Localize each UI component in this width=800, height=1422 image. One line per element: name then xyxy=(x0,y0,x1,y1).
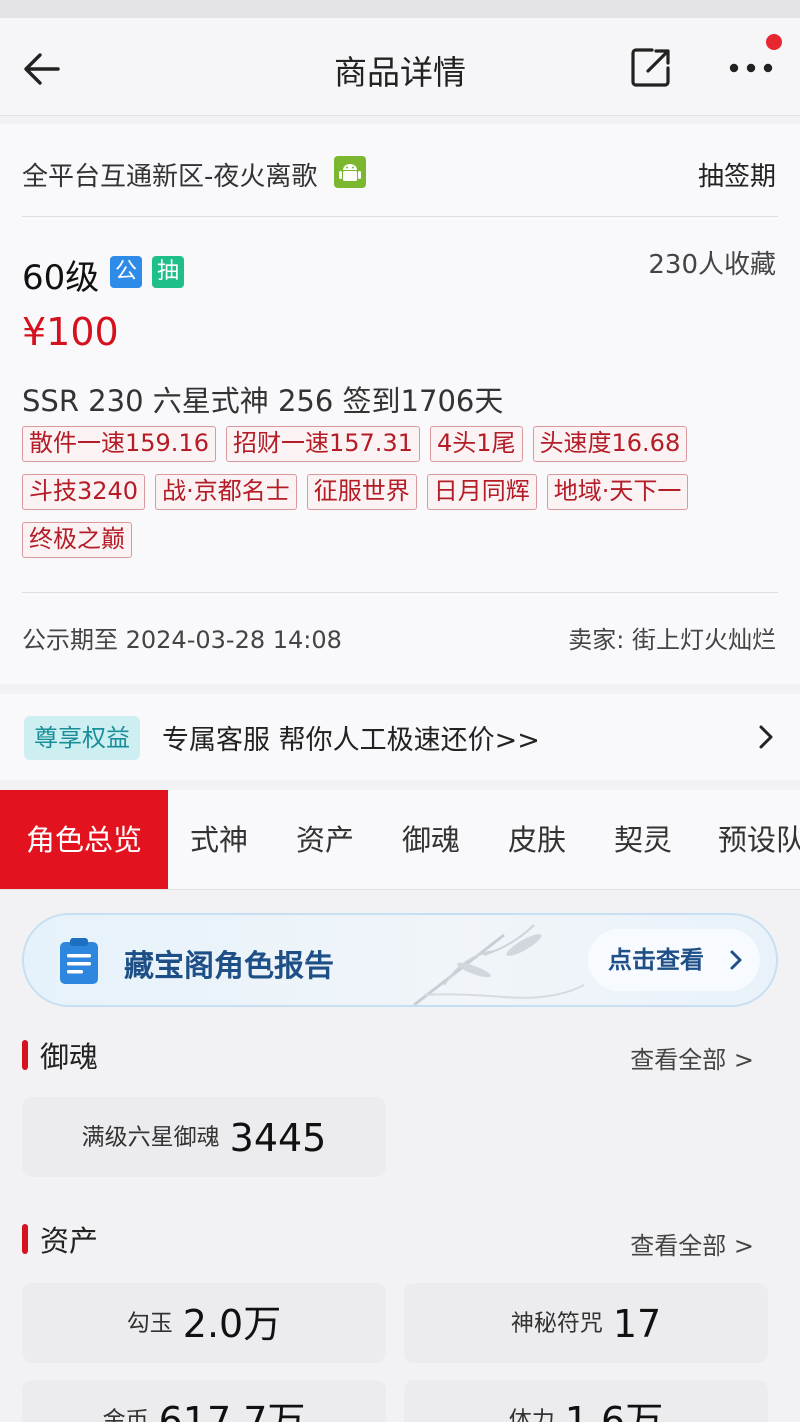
item-summary-card: 全平台互通新区-夜火离歌 抽签期 60级 公 抽 230人收藏 ¥100 SSR… xyxy=(0,124,800,684)
more-icon[interactable] xyxy=(724,48,778,88)
stat-value: 3445 xyxy=(229,1115,327,1160)
feature-tag: 斗技3240 xyxy=(22,474,146,510)
section-title-yuhun: 御魂 xyxy=(40,1040,99,1074)
view-report-label: 点击查看 xyxy=(608,946,704,974)
section-title-assets: 资产 xyxy=(40,1224,99,1258)
share-icon[interactable] xyxy=(630,46,672,88)
page-title: 商品详情 xyxy=(334,53,466,92)
feature-tag: 头速度16.68 xyxy=(532,426,688,462)
favorites-count[interactable]: 230人收藏 xyxy=(648,244,776,281)
tab-presets[interactable]: 预设队 xyxy=(718,790,800,889)
view-report-button[interactable]: 点击查看 xyxy=(588,929,760,991)
stat-value: 1.6万 xyxy=(564,1398,664,1422)
seller-name[interactable]: 卖家: 街上灯火灿烂 xyxy=(568,620,776,655)
status-strip xyxy=(0,0,800,18)
feature-tag: 招财一速157.31 xyxy=(225,426,420,462)
tab-overview[interactable]: 角色总览 xyxy=(0,790,168,889)
price: ¥100 xyxy=(22,310,119,354)
tab-assets[interactable]: 资产 xyxy=(296,790,354,889)
tab-skins[interactable]: 皮肤 xyxy=(508,790,566,889)
benefits-text: 专属客服 帮你人工极速还价>> xyxy=(162,725,540,756)
feature-tag: 征服世界 xyxy=(306,474,417,510)
public-badge: 公 xyxy=(110,256,142,288)
stat-value: 617.7万 xyxy=(158,1398,306,1422)
tab-bar: 角色总览 式神 资产 御魂 皮肤 契灵 预设队 xyxy=(0,790,800,890)
feature-tags: 散件一速159.16 招财一速157.31 4头1尾 头速度16.68 斗技32… xyxy=(22,426,782,558)
stat-value: 17 xyxy=(612,1301,662,1346)
yuhun-stat-card: 满级六星御魂 3445 xyxy=(22,1097,386,1177)
bamboo-decoration xyxy=(413,924,585,1005)
notification-dot xyxy=(766,34,782,50)
view-all-assets-link[interactable]: 查看全部 > xyxy=(630,1226,754,1261)
asset-stat-card: 神秘符咒 17 xyxy=(404,1283,768,1363)
feature-tag: 日月同辉 xyxy=(426,474,537,510)
stat-label: 体力 xyxy=(508,1407,555,1422)
feature-tag: 终极之巅 xyxy=(22,522,132,558)
divider xyxy=(22,216,778,217)
server-name: 全平台互通新区-夜火离歌 xyxy=(22,162,318,192)
feature-tag: 4头1尾 xyxy=(429,426,523,462)
android-icon xyxy=(334,156,366,188)
section-marker xyxy=(22,1040,28,1070)
report-clipboard-icon xyxy=(60,938,98,984)
benefits-badge: 尊享权益 xyxy=(24,716,140,760)
stat-label: 勾玉 xyxy=(126,1310,173,1337)
benefits-banner[interactable]: 尊享权益 专属客服 帮你人工极速还价>> xyxy=(0,694,800,780)
tab-yuhun[interactable]: 御魂 xyxy=(402,790,460,889)
character-stats: SSR 230 六星式神 256 签到1706天 xyxy=(22,384,504,418)
tab-shikigami[interactable]: 式神 xyxy=(190,790,248,889)
divider xyxy=(22,592,778,593)
section-marker xyxy=(22,1224,28,1254)
report-title: 藏宝阁角色报告 xyxy=(124,949,334,984)
feature-tag: 地域·天下一 xyxy=(546,474,689,510)
stat-label: 满级六星御魂 xyxy=(81,1124,220,1151)
feature-tag: 战·京都名士 xyxy=(155,474,297,510)
asset-stat-card: 勾玉 2.0万 xyxy=(22,1283,386,1363)
tab-spirits[interactable]: 契灵 xyxy=(614,790,672,889)
character-report-banner[interactable]: 藏宝阁角色报告 点击查看 xyxy=(22,913,778,1007)
character-level: 60级 xyxy=(22,258,100,298)
nav-bar: 商品详情 xyxy=(0,18,800,116)
feature-tag: 散件一速159.16 xyxy=(22,426,216,462)
asset-stat-card: 体力 1.6万 xyxy=(404,1380,768,1422)
period-status: 抽签期 xyxy=(697,162,776,192)
stat-label: 金币 xyxy=(102,1407,149,1422)
stat-value: 2.0万 xyxy=(182,1301,282,1346)
public-period: 公示期至 2024-03-28 14:08 xyxy=(22,626,342,654)
view-all-yuhun-link[interactable]: 查看全部 > xyxy=(630,1040,754,1075)
asset-stat-card: 金币 617.7万 xyxy=(22,1380,386,1422)
chevron-right-icon xyxy=(730,950,742,970)
lottery-badge: 抽 xyxy=(152,256,184,288)
stat-label: 神秘符咒 xyxy=(510,1310,603,1337)
chevron-right-icon xyxy=(759,725,773,749)
